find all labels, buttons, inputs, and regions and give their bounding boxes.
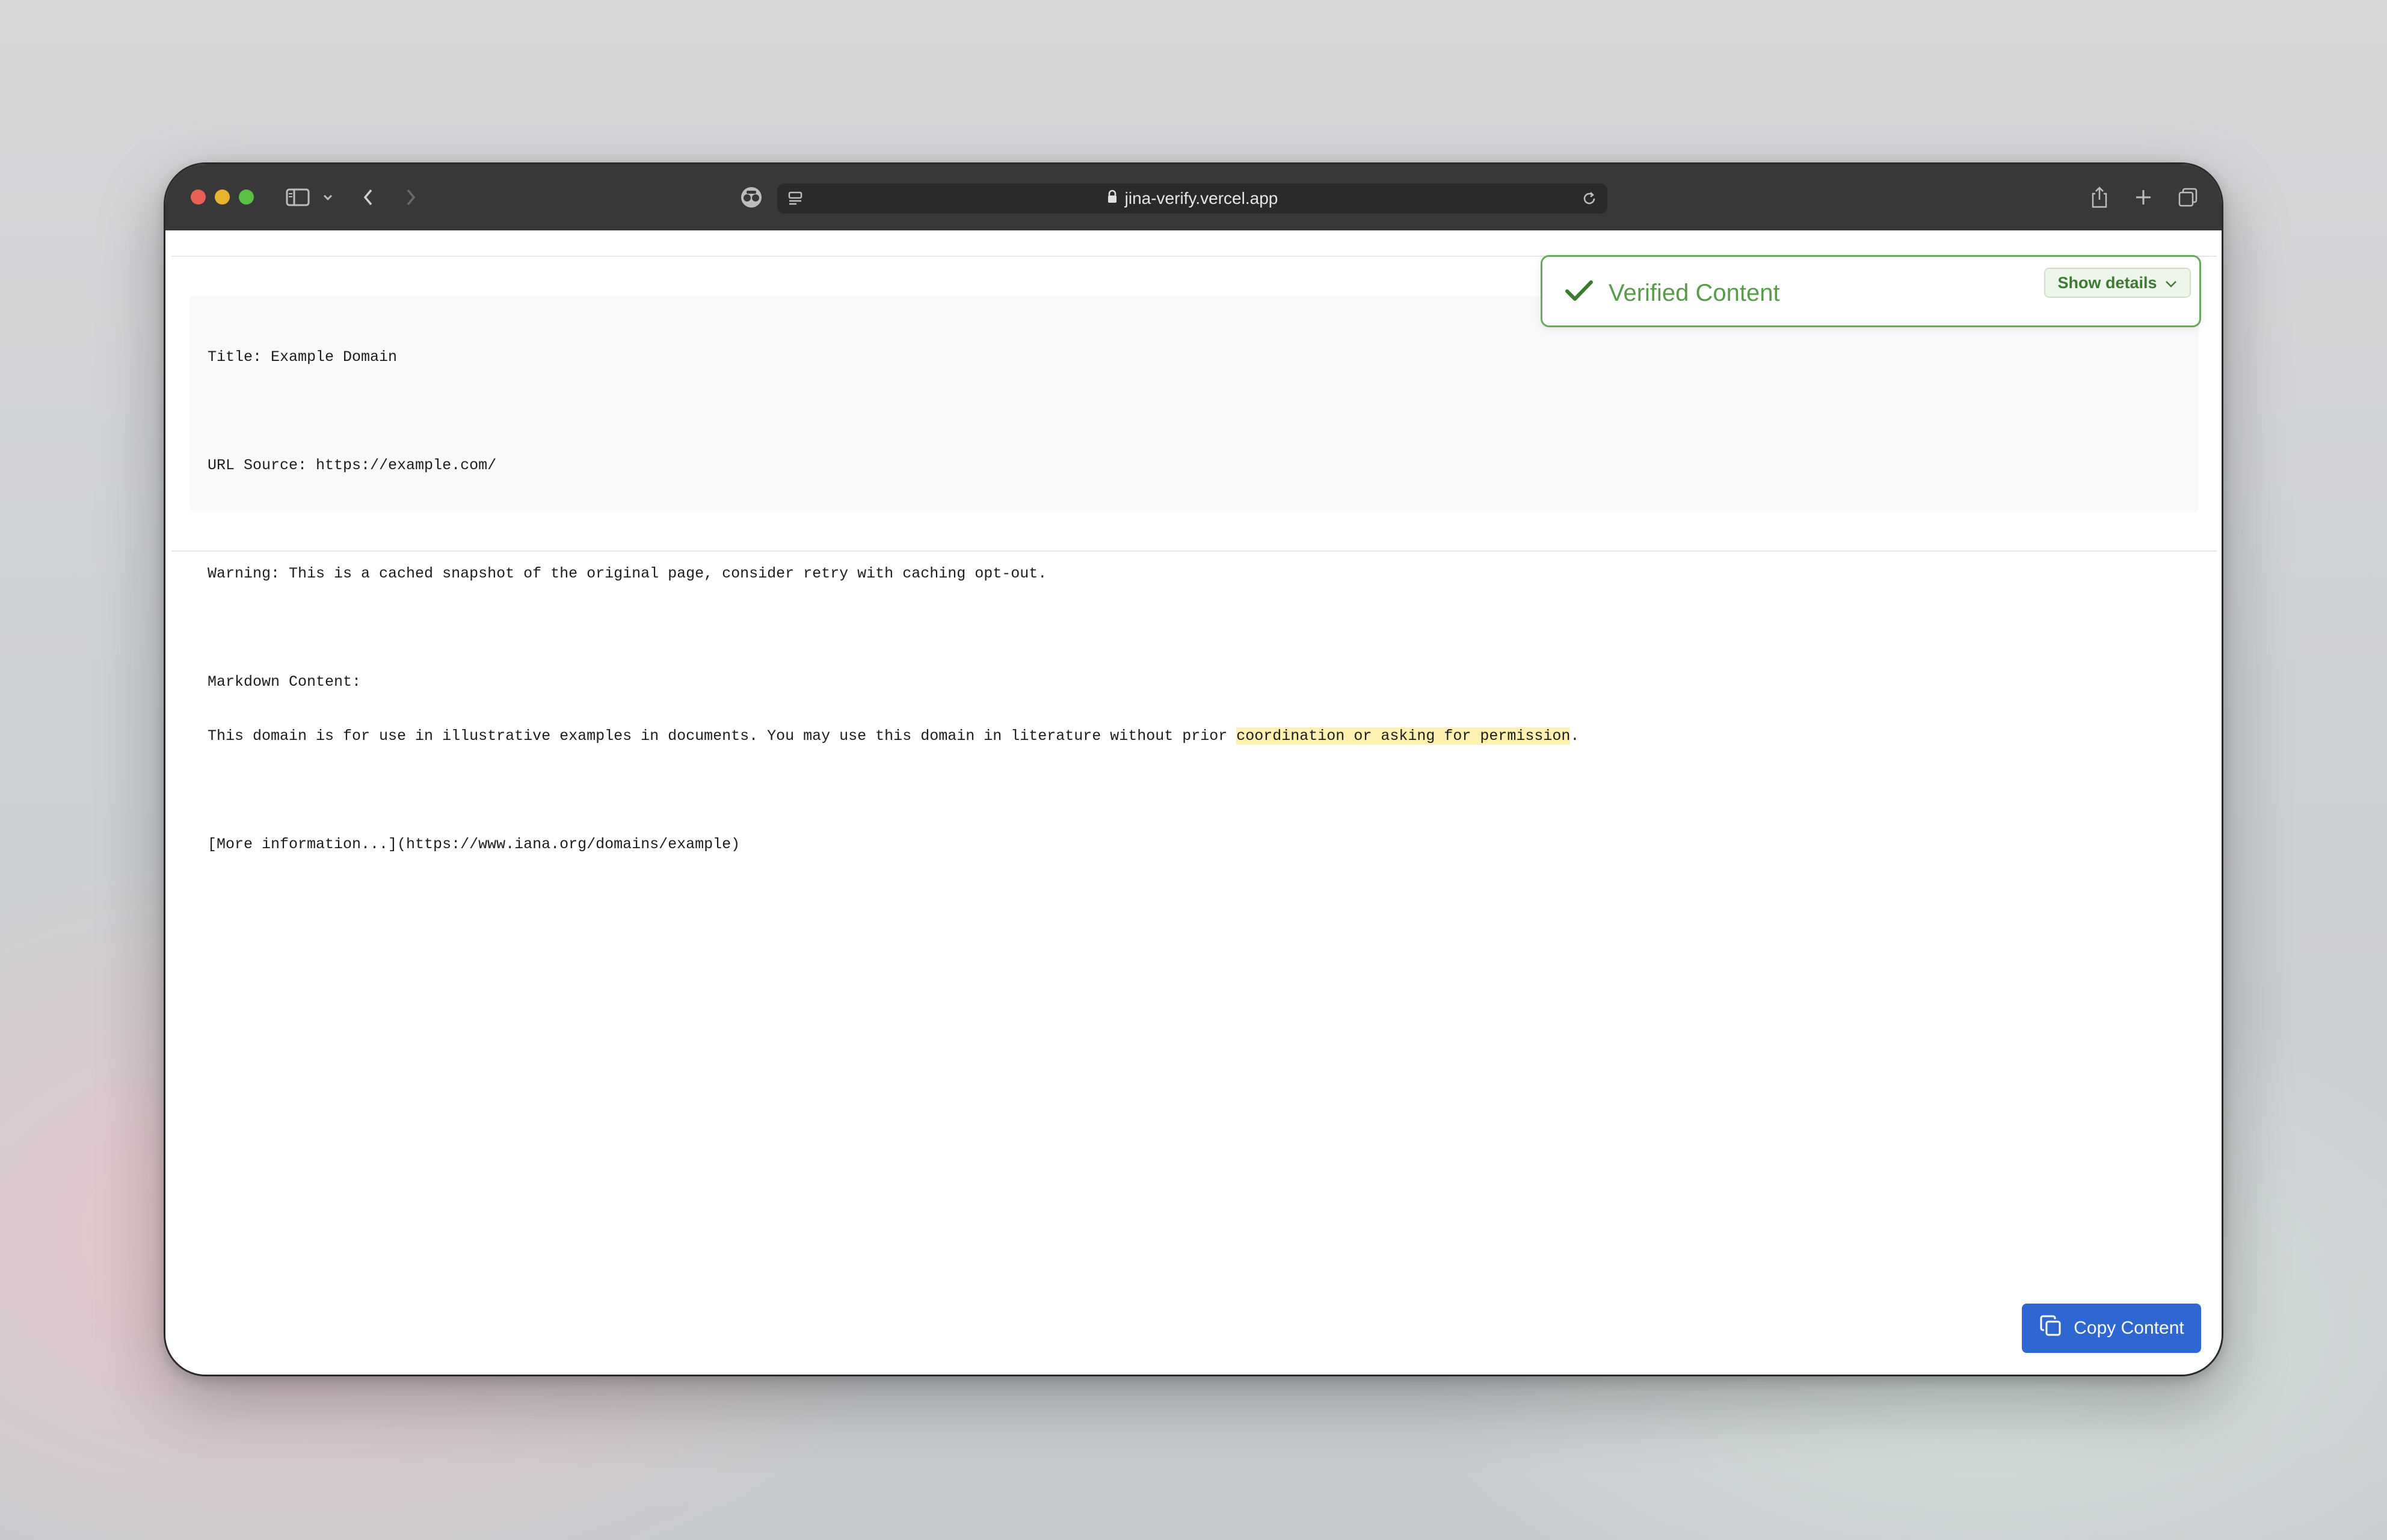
copy-icon [2039, 1314, 2063, 1343]
url-source-line: URL Source: https://example.com/ [208, 457, 497, 474]
chevron-down-icon [2164, 274, 2178, 292]
tab-overview-icon[interactable] [2176, 179, 2200, 215]
url-text: jina-verify.vercel.app [1124, 189, 1278, 208]
copy-content-button[interactable]: Copy Content [2022, 1304, 2201, 1353]
title-line: Title: Example Domain [208, 348, 398, 366]
show-details-label: Show details [2057, 273, 2157, 292]
body-period: . [1570, 727, 1580, 745]
copy-content-label: Copy Content [2074, 1318, 2184, 1338]
page-content: Title: Example Domain URL Source: https:… [165, 230, 2222, 1375]
browser-window: jina-verify.vercel.app Title: Example Do… [164, 162, 2223, 1376]
check-icon [1564, 277, 1594, 307]
markdown-label-line: Markdown Content: [208, 673, 362, 691]
verified-status-label: Verified Content [1609, 280, 1780, 306]
minimize-window-button[interactable] [215, 189, 230, 205]
markdown-output: Title: Example Domain URL Source: https:… [189, 295, 2199, 853]
privacy-report-icon[interactable] [737, 179, 766, 215]
body-line: This domain is for use in illustrative e… [208, 727, 2181, 745]
chevron-down-icon[interactable] [319, 179, 337, 215]
more-info-link[interactable]: [More information...](https://www.iana.o… [208, 836, 2181, 854]
url-display[interactable]: jina-verify.vercel.app [777, 183, 1607, 214]
address-bar[interactable]: jina-verify.vercel.app [777, 183, 1607, 214]
sidebar-icon[interactable] [283, 179, 313, 215]
highlighted-text: coordination or asking for permission [1236, 727, 1571, 745]
warning-line: Warning: This is a cached snapshot of th… [208, 565, 1047, 582]
browser-toolbar: jina-verify.vercel.app [165, 164, 2222, 230]
chevron-left-icon[interactable] [359, 179, 377, 215]
verified-banner: Verified Content Show details [1541, 255, 2201, 327]
show-details-button[interactable]: Show details [2044, 268, 2191, 298]
share-icon[interactable] [2087, 179, 2111, 215]
body-text: This domain is for use in illustrative e… [208, 727, 1237, 745]
plus-icon[interactable] [2131, 179, 2155, 215]
lock-icon [1107, 189, 1118, 208]
close-window-button[interactable] [191, 189, 206, 205]
reload-icon[interactable] [1577, 180, 1601, 217]
chevron-right-icon[interactable] [402, 179, 420, 215]
zoom-window-button[interactable] [239, 189, 254, 205]
